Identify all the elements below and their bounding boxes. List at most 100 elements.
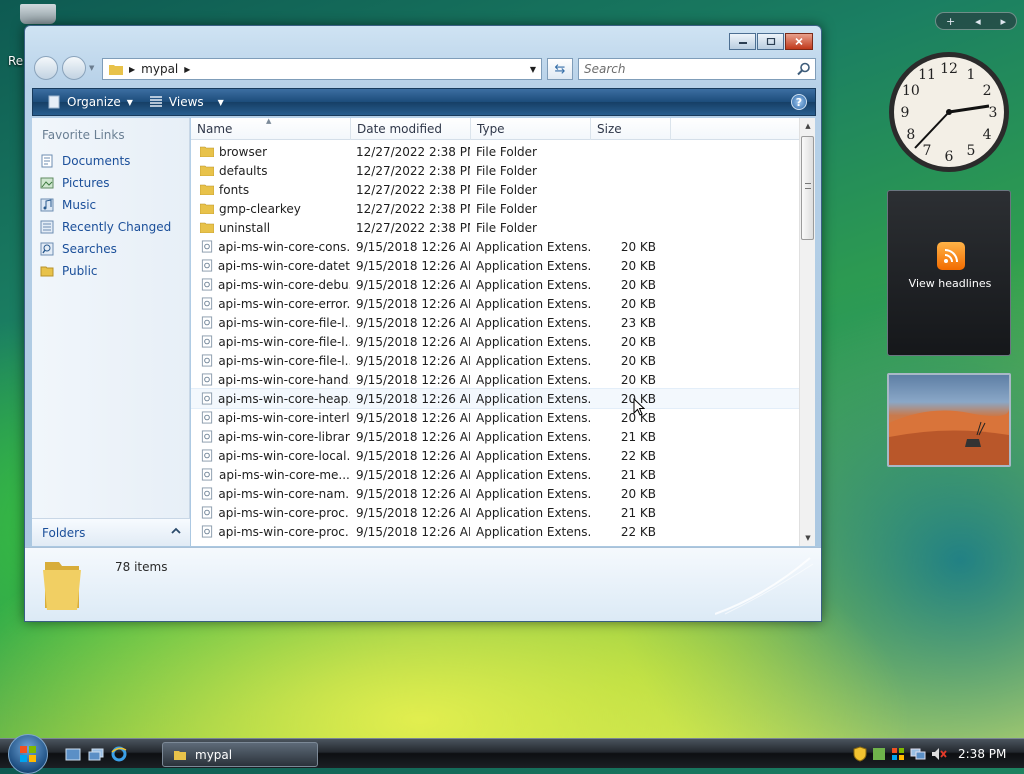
forward-button[interactable]	[62, 56, 86, 80]
table-row[interactable]: api-ms-win-core-heap... 9/15/2018 12:26 A…	[191, 388, 802, 409]
table-row[interactable]: api-ms-win-core-librar... 9/15/2018 12:26…	[191, 427, 801, 446]
views-button[interactable]: Views ▼	[141, 90, 232, 114]
table-row[interactable]: api-ms-win-core-nam... 9/15/2018 12:26 AM…	[191, 484, 801, 503]
clock-gadget[interactable]: 12 12 3 45678 9 1011	[887, 50, 1011, 174]
column-header-type[interactable]: Type	[471, 118, 591, 140]
cell-date: 9/15/2018 12:26 AM	[356, 372, 470, 387]
recycle-bin-icon[interactable]	[20, 4, 56, 24]
volume-muted-icon[interactable]	[931, 747, 947, 761]
dll-file-icon	[200, 411, 213, 424]
table-row[interactable]: api-ms-win-core-interl... 9/15/2018 12:26…	[191, 408, 801, 427]
file-name: fonts	[219, 182, 250, 197]
address-dropdown-button[interactable]: ▼	[525, 59, 541, 79]
link-searches[interactable]: Searches	[38, 238, 188, 260]
cell-date: 12/27/2022 2:38 PM	[356, 163, 470, 178]
windows-update-icon[interactable]	[891, 747, 905, 761]
cell-date: 9/15/2018 12:26 AM	[356, 524, 470, 539]
switch-windows-button[interactable]	[87, 746, 105, 762]
table-row[interactable]: defaults 12/27/2022 2:38 PM File Folder	[191, 161, 801, 180]
views-icon	[149, 96, 162, 107]
table-row[interactable]: browser 12/27/2022 2:38 PM File Folder	[191, 142, 801, 161]
scroll-up-button[interactable]: ▲	[800, 118, 815, 134]
dll-file-icon	[200, 449, 213, 462]
link-recently-changed[interactable]: Recently Changed	[38, 216, 188, 238]
table-row[interactable]: api-ms-win-core-local... 9/15/2018 12:26 …	[191, 446, 801, 465]
previous-page-button[interactable]: ◂	[975, 15, 981, 28]
chevron-down-icon: ▼	[126, 97, 133, 107]
show-desktop-button[interactable]	[64, 746, 82, 762]
add-gadget-button[interactable]: +	[946, 15, 955, 28]
file-name: api-ms-win-core-me...	[219, 467, 350, 482]
table-row[interactable]: api-ms-win-core-file-l... 9/15/2018 12:26…	[191, 332, 801, 351]
dll-file-icon	[200, 297, 213, 310]
table-row[interactable]: api-ms-win-core-file-l... 9/15/2018 12:26…	[191, 313, 801, 332]
organize-button[interactable]: Organize ▼	[39, 90, 141, 114]
cell-date: 9/15/2018 12:26 AM	[356, 315, 470, 330]
cell-date: 9/15/2018 12:26 AM	[356, 258, 470, 273]
table-row[interactable]: api-ms-win-core-cons... 9/15/2018 12:26 A…	[191, 237, 801, 256]
clock-time[interactable]: 2:38 PM	[958, 747, 1006, 761]
vertical-scrollbar[interactable]: ▲ ▼	[799, 118, 815, 546]
link-documents[interactable]: Documents	[38, 150, 188, 172]
back-button[interactable]	[34, 56, 58, 80]
close-button[interactable]	[785, 33, 813, 50]
column-header-size[interactable]: Size	[591, 118, 671, 140]
cell-size: 20 KB	[620, 391, 656, 406]
clock-number: 1	[967, 67, 976, 83]
next-page-button[interactable]: ▸	[1001, 15, 1007, 28]
scroll-down-button[interactable]: ▼	[800, 530, 815, 546]
views-label: Views	[168, 95, 204, 109]
breadcrumb-mypal[interactable]: mypal	[141, 62, 178, 76]
table-row[interactable]: api-ms-win-core-hand... 9/15/2018 12:26 A…	[191, 370, 801, 389]
slideshow-gadget[interactable]	[887, 373, 1011, 467]
scroll-thumb[interactable]	[801, 136, 814, 240]
refresh-button[interactable]: ⇆	[547, 58, 573, 80]
search-input[interactable]	[578, 58, 816, 80]
table-row[interactable]: api-ms-win-core-debu... 9/15/2018 12:26 A…	[191, 275, 801, 294]
link-pictures[interactable]: Pictures	[38, 172, 188, 194]
table-row[interactable]: gmp-clearkey 12/27/2022 2:38 PM File Folde…	[191, 199, 801, 218]
recent-pages-chevron-icon[interactable]: ▼	[89, 64, 94, 72]
view-headlines-link[interactable]: View headlines	[888, 277, 1012, 290]
start-button[interactable]	[8, 734, 48, 774]
folders-toggle[interactable]: Folders	[32, 518, 190, 546]
link-public[interactable]: Public	[38, 260, 188, 282]
details-swoosh-decoration	[715, 557, 814, 615]
table-row[interactable]: fonts 12/27/2022 2:38 PM File Folder	[191, 180, 801, 199]
search-icon[interactable]	[796, 62, 812, 76]
table-row[interactable]: api-ms-win-core-error... 9/15/2018 12:26 …	[191, 294, 801, 313]
breadcrumb-arrow-icon[interactable]: ▶	[129, 65, 135, 74]
table-row[interactable]: api-ms-win-core-proc... 9/15/2018 12:26 A…	[191, 522, 801, 541]
table-row[interactable]: api-ms-win-core-me... 9/15/2018 12:26 AM A…	[191, 465, 801, 484]
file-name: api-ms-win-core-hand...	[218, 372, 350, 387]
internet-explorer-button[interactable]	[110, 746, 128, 762]
address-bar[interactable]: ▶ mypal ▶ ▼	[102, 58, 542, 80]
cell-type: Application Extens...	[476, 467, 590, 482]
network-icon[interactable]	[910, 747, 926, 761]
feed-headlines-gadget[interactable]: View headlines	[887, 190, 1011, 356]
cell-type: Application Extens...	[476, 239, 590, 254]
security-shield-icon[interactable]	[853, 746, 867, 762]
cell-size: 23 KB	[620, 315, 656, 330]
taskbar-item-mypal[interactable]: mypal	[162, 742, 318, 767]
breadcrumb-arrow-icon[interactable]: ▶	[184, 65, 190, 74]
cell-name: uninstall	[191, 221, 350, 235]
sidebar-controls: + ◂ ▸	[935, 12, 1017, 30]
table-row[interactable]: api-ms-win-core-file-l... 9/15/2018 12:26…	[191, 351, 801, 370]
cell-type: Application Extens...	[476, 448, 590, 463]
file-name: api-ms-win-core-interl...	[217, 410, 350, 425]
table-row[interactable]: uninstall 12/27/2022 2:38 PM File Folder	[191, 218, 801, 237]
cell-name: api-ms-win-core-file-l...	[191, 354, 350, 368]
clock-number: 10	[902, 83, 920, 99]
cell-date: 9/15/2018 12:26 AM	[356, 296, 470, 311]
column-header-date[interactable]: Date modified	[351, 118, 471, 140]
link-music[interactable]: Music	[38, 194, 188, 216]
maximize-button[interactable]	[757, 33, 784, 50]
windows-defender-icon[interactable]	[872, 747, 886, 761]
file-name: api-ms-win-core-nam...	[218, 486, 350, 501]
table-row[interactable]: api-ms-win-core-proc... 9/15/2018 12:26 A…	[191, 503, 801, 522]
column-header-name[interactable]: ▲ Name	[191, 118, 351, 140]
table-row[interactable]: api-ms-win-core-datet... 9/15/2018 12:26 …	[191, 256, 801, 275]
help-icon[interactable]: ?	[791, 94, 807, 110]
minimize-button[interactable]	[729, 33, 756, 50]
